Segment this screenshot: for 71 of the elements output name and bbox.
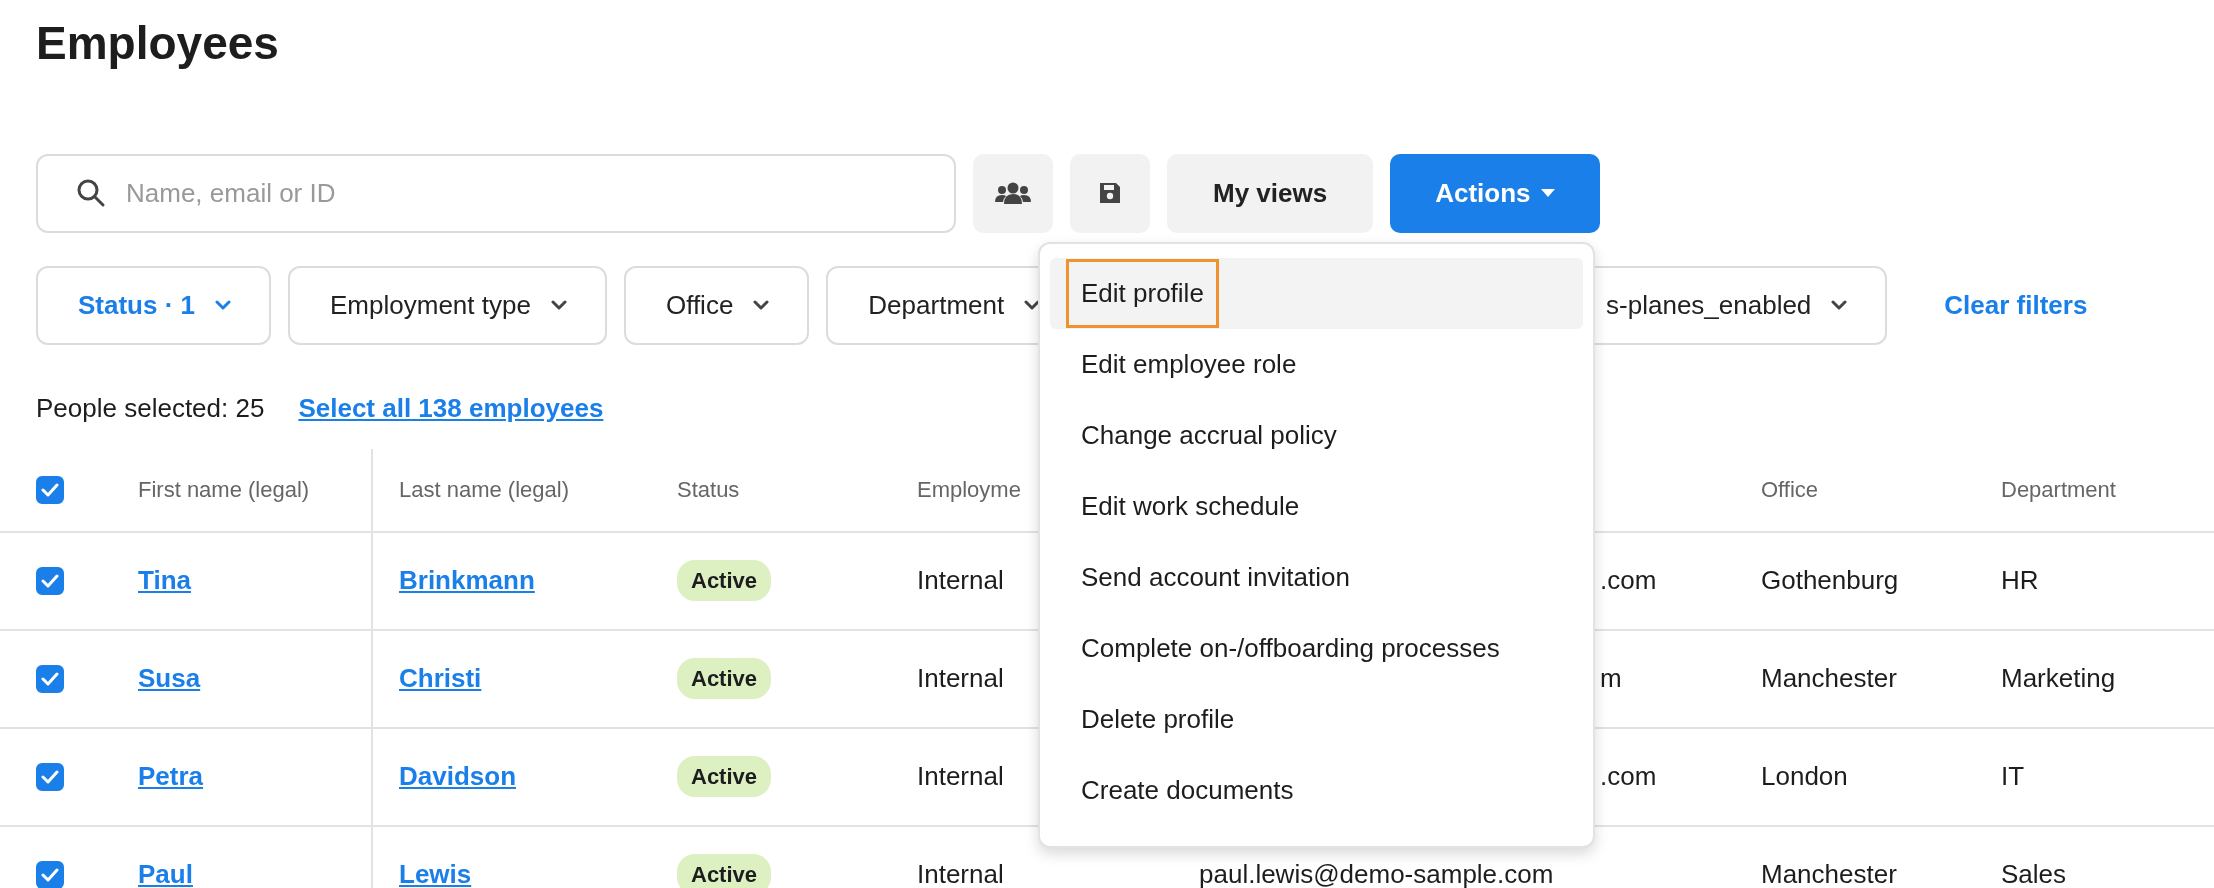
status-badge: Active [677, 854, 772, 888]
menu-item[interactable]: Send account invitation [1050, 542, 1583, 613]
table-cell-text: HR [2001, 564, 2039, 598]
table-cell-text: Internal [917, 564, 1004, 598]
column-header: Employme [917, 476, 1021, 505]
last-name-link[interactable]: Christi [399, 659, 482, 699]
search-field[interactable]: Name, email or ID [36, 153, 956, 233]
chevron-down-icon [215, 299, 232, 311]
checkbox[interactable] [36, 664, 64, 693]
table-cell-text: Manchester [1761, 858, 1897, 888]
table-cell-text: London [1761, 760, 1848, 794]
select-all-link[interactable]: Select all 138 employees [298, 389, 604, 429]
filter-dropdown[interactable]: Office [623, 265, 810, 345]
table-cell-text: Marketing [2001, 662, 2116, 696]
first-name-link[interactable]: Susa [138, 659, 201, 699]
column-header: Office [1761, 476, 1819, 505]
menu-item[interactable]: Complete on-/offboarding processes [1050, 613, 1583, 684]
menu-item[interactable]: Create documents [1050, 755, 1583, 826]
filter-dropdown[interactable]: Status · 1 [36, 265, 272, 345]
first-name-link[interactable]: Paul [138, 855, 193, 888]
status-badge: Active [677, 658, 772, 700]
column-header: Last name (legal) [399, 476, 569, 505]
checkbox[interactable] [36, 475, 64, 504]
column-header: Department [2001, 476, 2116, 505]
group-button[interactable] [973, 153, 1053, 233]
checkbox[interactable] [36, 762, 64, 791]
selection-count: People selected: 25 [36, 392, 265, 426]
menu-item[interactable]: Edit profile [1050, 258, 1583, 329]
check-icon [41, 769, 59, 784]
menu-item[interactable]: Delete profile [1050, 684, 1583, 755]
my-views-button[interactable]: My views [1167, 153, 1374, 233]
filter-dropdown[interactable]: Employment type [288, 265, 607, 345]
column-header: Status [677, 476, 740, 505]
table-cell-text: paul.lewis@demo-sample.com [1199, 858, 1554, 888]
table-cell-text: Sales [2001, 858, 2067, 888]
table-cell-text: Internal [917, 760, 1004, 794]
table-cell-text: IT [2001, 760, 2025, 794]
search-icon [76, 177, 106, 208]
first-name-link[interactable]: Tina [138, 561, 191, 601]
caret-down-icon [1540, 189, 1555, 198]
checkbox[interactable] [36, 566, 64, 595]
people-group-icon [995, 181, 1031, 206]
check-icon [41, 573, 59, 588]
clear-filters-link[interactable]: Clear filters [1944, 285, 2088, 325]
chevron-down-icon [1831, 299, 1848, 311]
actions-button[interactable]: Actions [1390, 153, 1600, 233]
chevron-down-icon [550, 299, 567, 311]
table-cell-text: Internal [917, 858, 1004, 888]
status-badge: Active [677, 756, 772, 798]
save-button[interactable] [1070, 153, 1150, 233]
check-icon [41, 671, 59, 686]
table-cell-text: Internal [917, 662, 1004, 696]
chevron-down-icon [753, 299, 770, 311]
table-cell-text: Manchester [1761, 662, 1897, 696]
first-name-link[interactable]: Petra [138, 757, 204, 797]
table-cell-text: .com [1600, 564, 1657, 598]
menu-item[interactable]: Change accrual policy [1050, 400, 1583, 471]
chevron-down-icon [1024, 299, 1041, 311]
status-badge: Active [677, 560, 772, 602]
check-icon [41, 867, 59, 882]
last-name-link[interactable]: Brinkmann [399, 561, 535, 601]
table-cell-text: Gothenburg [1761, 564, 1899, 598]
column-header: First name (legal) [138, 476, 310, 505]
last-name-link[interactable]: Lewis [399, 855, 472, 888]
checkbox[interactable] [36, 860, 64, 888]
menu-item[interactable]: Edit work schedule [1050, 471, 1583, 542]
check-icon [41, 482, 59, 497]
page-title: Employees [36, 16, 280, 71]
table-cell-text: .com [1600, 760, 1657, 794]
table-cell-text: m [1600, 662, 1622, 696]
last-name-link[interactable]: Davidson [399, 757, 517, 797]
